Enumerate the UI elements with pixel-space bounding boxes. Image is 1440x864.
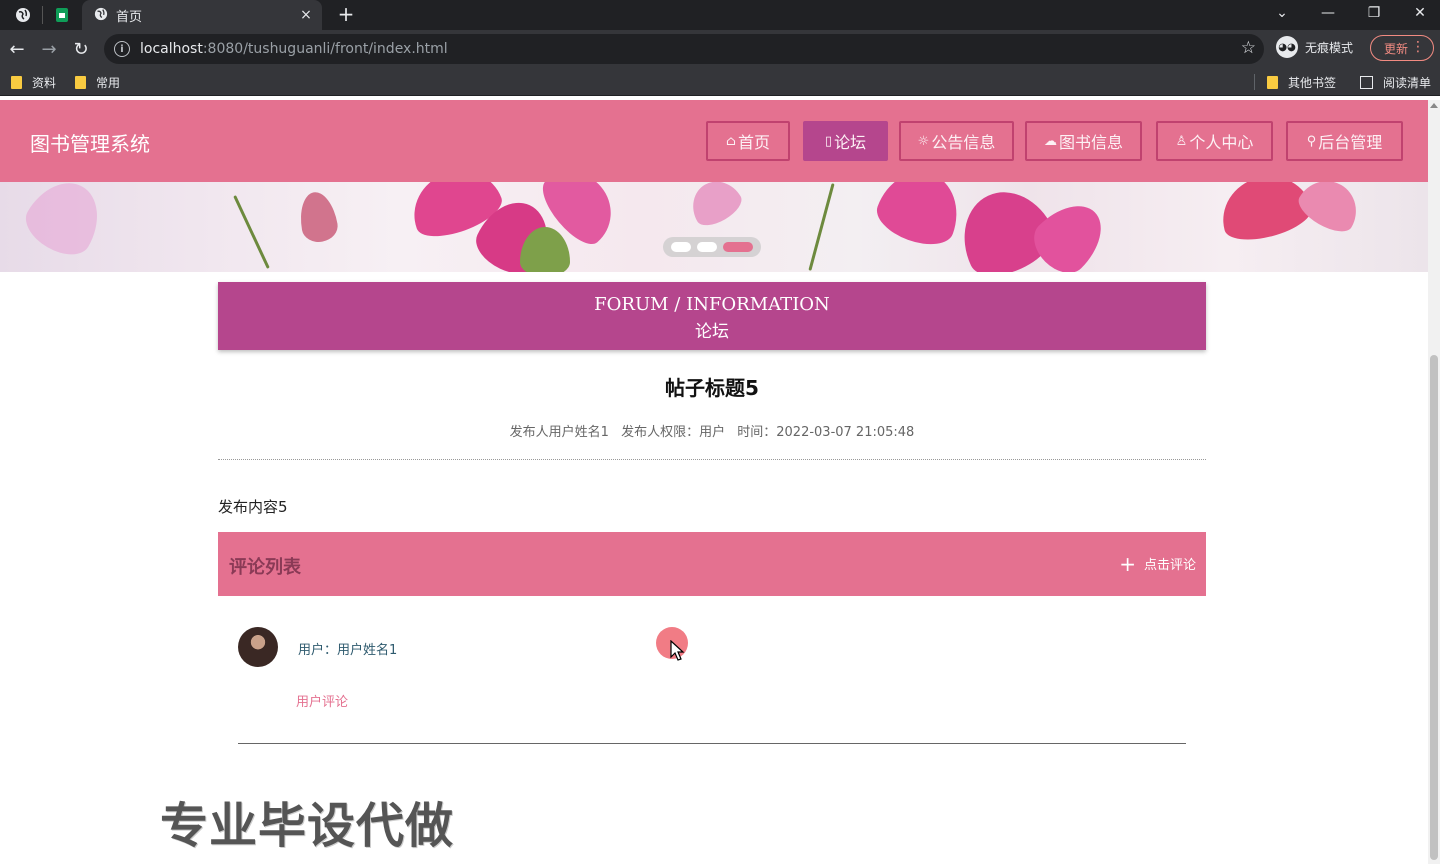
new-tab-button[interactable]: + [334,2,358,26]
post-author: 发布人用户姓名1 [509,425,609,440]
nav-forum[interactable]: ▯ 论坛 [803,121,888,161]
globe-icon[interactable] [12,4,34,26]
back-arrow-icon[interactable]: ← [5,37,29,61]
bookmark-label: 资料 [32,76,57,90]
comment-user: 用户：用户姓名1 [298,643,398,658]
post-role: 发布人权限：用户 [621,425,726,440]
browser-tab-bar: 首页 × + ⌄ — ❐ ✕ [0,0,1440,30]
tab-separator [42,6,43,24]
comment-divider [238,743,1186,744]
site-info-icon[interactable]: i [114,41,130,57]
forum-icon: ▯ [824,133,833,149]
address-bar[interactable]: i localhost:8080/tushuguanli/front/index… [104,34,1264,64]
globe-icon [94,6,108,25]
update-button[interactable]: 更新 ⋮ [1370,35,1434,61]
folder-icon [1267,76,1278,89]
post-content: 发布内容5 [218,498,288,516]
divider [218,459,1206,460]
nav-home[interactable]: ⌂ 首页 [706,121,790,161]
post-meta: 发布人用户姓名1 发布人权限：用户 时间：2022-03-07 21:05:48 [218,421,1206,440]
update-label: 更新 [1384,41,1409,56]
cloud-icon: ☁ [1043,133,1057,149]
nav-label: 个人中心 [1189,133,1254,152]
page-scrollbar[interactable] [1428,100,1440,864]
nav-label: 图书信息 [1058,133,1123,152]
bookmark-star-icon[interactable]: ☆ [1241,38,1256,58]
browser-toolbar: ← → ↻ i localhost:8080/tushuguanli/front… [0,30,1440,68]
sheets-app-icon[interactable] [51,4,73,26]
site-header: 图书管理系统 ⌂ 首页 ▯ 论坛 ☼ 公告信息 ☁ 图书信息 ♙ 个人中心 ⚲ 后台管理 [0,100,1428,182]
user-icon: ♙ [1175,133,1188,149]
incognito-icon: ◕◕ [1276,36,1298,58]
plus-icon: + [1119,551,1136,576]
minimize-icon[interactable]: — [1308,0,1348,26]
carousel-dot-active[interactable] [723,242,753,252]
nav-books[interactable]: ☁ 图书信息 [1025,121,1142,161]
folder-icon [75,76,86,89]
comment-text: 用户评论 [296,695,349,710]
reading-list-icon [1360,76,1373,89]
watermark-text: 专业毕设代做 [160,798,455,854]
bookmark-folder[interactable]: 资料 [11,74,56,91]
site-title: 图书管理系统 [30,132,150,156]
section-header: FORUM / INFORMATION 论坛 [218,282,1206,350]
bookmark-folder[interactable]: 常用 [75,74,120,91]
carousel-dot[interactable] [697,242,717,252]
bookmark-label: 常用 [96,76,121,90]
carousel-dot[interactable] [671,242,691,252]
bookmarks-bar: 资料 常用 其他书签 阅读清单 [0,68,1440,96]
incognito-indicator[interactable]: ◕◕ 无痕模式 [1276,36,1353,58]
url-host: localhost [140,41,203,57]
bookmark-separator [1254,74,1255,90]
browser-tab-active[interactable]: 首页 × [82,0,322,30]
add-comment-button[interactable]: + 点击评论 [1119,551,1196,576]
mouse-cursor-icon [670,640,685,661]
forward-arrow-icon[interactable]: → [37,37,61,61]
tab-search-icon[interactable]: ⌄ [1262,0,1302,26]
nav-label: 公告信息 [931,133,996,152]
post-time: 时间：2022-03-07 21:05:48 [737,425,915,440]
comment-list-title: 评论列表 [229,557,301,578]
bookmark-label: 其他书签 [1288,76,1337,90]
url-path: :8080/tushuguanli/front/index.html [202,41,448,57]
link-icon: ⚲ [1306,133,1317,149]
scrollbar-thumb[interactable] [1430,355,1438,860]
bookmark-label: 阅读清单 [1383,76,1432,90]
avatar [238,627,278,667]
reload-icon[interactable]: ↻ [69,37,93,61]
nav-announcements[interactable]: ☼ 公告信息 [899,121,1014,161]
nav-label: 论坛 [834,133,867,152]
tab-close-icon[interactable]: × [296,7,316,23]
folder-icon [11,76,22,89]
nav-personal-center[interactable]: ♙ 个人中心 [1156,121,1273,161]
nav-admin[interactable]: ⚲ 后台管理 [1286,121,1403,161]
home-icon: ⌂ [726,133,736,149]
tab-title: 首页 [116,9,143,25]
more-menu-icon[interactable]: ⋮ [1411,39,1425,55]
section-title-en: FORUM / INFORMATION [594,294,830,315]
post-title: 帖子标题5 [665,376,759,400]
section-title-cn: 论坛 [695,322,729,342]
add-comment-label: 点击评论 [1143,558,1196,573]
reading-list[interactable]: 阅读清单 [1360,74,1431,91]
comment-list-header: 评论列表 + 点击评论 [218,532,1206,596]
incognito-label: 无痕模式 [1305,40,1354,55]
other-bookmarks[interactable]: 其他书签 [1267,74,1336,91]
scroll-up-icon[interactable] [1430,103,1438,108]
restore-icon[interactable]: ❐ [1354,0,1394,26]
close-window-icon[interactable]: ✕ [1400,0,1440,26]
carousel-banner[interactable] [0,182,1428,272]
announcement-icon: ☼ [917,133,930,149]
nav-label: 后台管理 [1318,133,1383,152]
nav-label: 首页 [737,133,770,152]
carousel-indicators [663,237,761,257]
